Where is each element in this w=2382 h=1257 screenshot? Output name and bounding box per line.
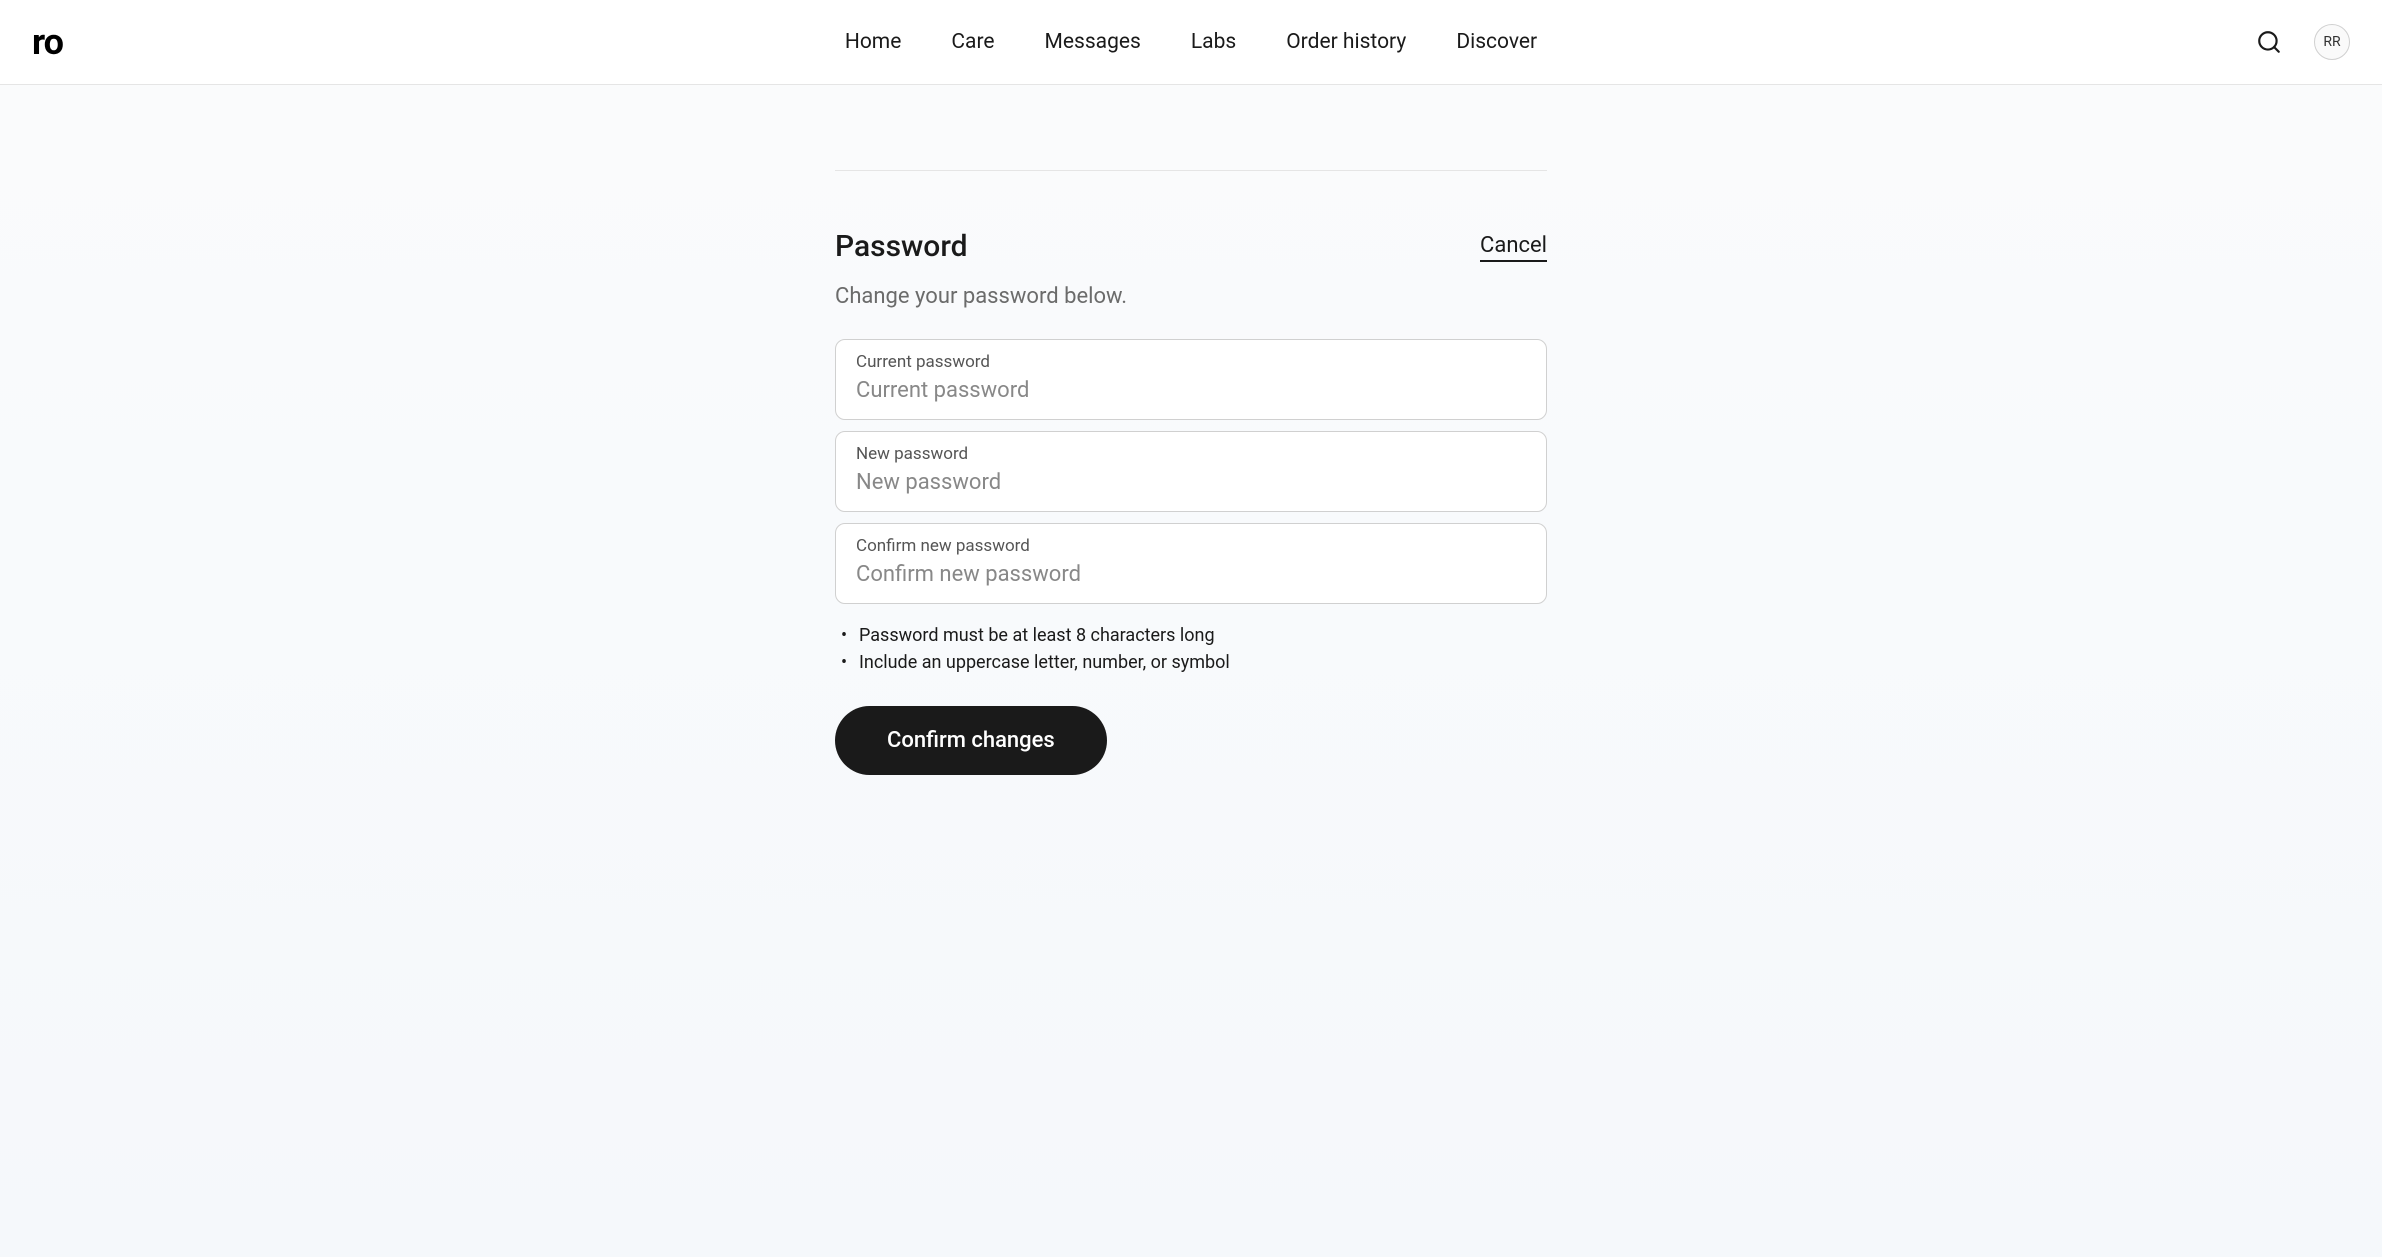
new-password-wrapper: New password bbox=[835, 431, 1547, 512]
header-actions: RR bbox=[2256, 24, 2350, 60]
password-requirements: Password must be at least 8 characters l… bbox=[835, 622, 1547, 676]
nav-care[interactable]: Care bbox=[951, 30, 994, 54]
current-password-input[interactable] bbox=[856, 378, 1526, 403]
new-password-input[interactable] bbox=[856, 470, 1526, 495]
avatar[interactable]: RR bbox=[2314, 24, 2350, 60]
nav-order-history[interactable]: Order history bbox=[1286, 30, 1406, 54]
current-password-wrapper: Current password bbox=[835, 339, 1547, 420]
current-password-label: Current password bbox=[856, 352, 1526, 372]
confirm-changes-button[interactable]: Confirm changes bbox=[835, 706, 1107, 775]
current-password-group: Current password bbox=[835, 339, 1547, 420]
new-password-label: New password bbox=[856, 444, 1526, 464]
main-content: Password Cancel Change your password bel… bbox=[0, 85, 2382, 1257]
nav-home[interactable]: Home bbox=[845, 30, 902, 54]
confirm-password-group: Confirm new password bbox=[835, 523, 1547, 604]
section-header: Password Cancel bbox=[835, 229, 1547, 264]
confirm-password-wrapper: Confirm new password bbox=[835, 523, 1547, 604]
confirm-password-label: Confirm new password bbox=[856, 536, 1526, 556]
divider bbox=[835, 170, 1547, 171]
password-form-container: Password Cancel Change your password bel… bbox=[835, 170, 1547, 775]
main-nav: Home Care Messages Labs Order history Di… bbox=[845, 30, 1537, 54]
cancel-button[interactable]: Cancel bbox=[1480, 233, 1547, 262]
section-title: Password bbox=[835, 229, 968, 264]
requirement-item: Password must be at least 8 characters l… bbox=[841, 622, 1547, 649]
section-subtitle: Change your password below. bbox=[835, 284, 1547, 309]
nav-messages[interactable]: Messages bbox=[1045, 30, 1141, 54]
main-header: ro Home Care Messages Labs Order history… bbox=[0, 0, 2382, 85]
nav-discover[interactable]: Discover bbox=[1456, 30, 1537, 54]
confirm-password-input[interactable] bbox=[856, 562, 1526, 587]
new-password-group: New password bbox=[835, 431, 1547, 512]
nav-labs[interactable]: Labs bbox=[1191, 30, 1236, 54]
logo[interactable]: ro bbox=[32, 21, 63, 63]
search-icon[interactable] bbox=[2256, 29, 2282, 55]
requirement-item: Include an uppercase letter, number, or … bbox=[841, 649, 1547, 676]
